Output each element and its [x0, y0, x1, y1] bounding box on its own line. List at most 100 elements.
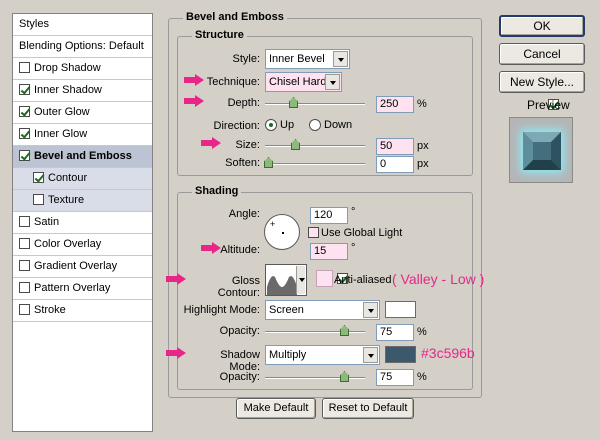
style-item-checkbox[interactable] [19, 304, 30, 315]
gloss-contour-annotation: ( Valley - Low ) [392, 271, 485, 287]
preview-square [523, 132, 561, 170]
direction-down-label: Down [324, 119, 353, 131]
style-item-checkbox[interactable] [19, 84, 30, 95]
direction-label: Direction: [213, 120, 260, 132]
gloss-contour-label: Gloss Contour: [217, 275, 260, 299]
style-item[interactable]: Contour [13, 168, 152, 190]
size-label: Size: [235, 139, 260, 151]
style-item-checkbox[interactable] [19, 282, 30, 293]
highlight-opacity-unit: % [417, 326, 427, 338]
crosshair-icon: + [270, 219, 276, 229]
style-item-checkbox[interactable] [19, 128, 30, 139]
shadow-opacity-track[interactable] [265, 377, 365, 379]
style-item-label: Inner Shadow [34, 84, 102, 96]
style-item-checkbox[interactable] [33, 172, 44, 183]
blending-options-item[interactable]: Blending Options: Default [13, 36, 152, 58]
ok-button[interactable]: OK [499, 15, 585, 37]
altitude-label: Altitude: [220, 244, 260, 256]
angle-dial-center [282, 232, 284, 234]
depth-unit: % [417, 98, 427, 110]
soften-input[interactable]: 0 [376, 156, 414, 173]
preview-label: Preview [527, 98, 570, 112]
style-item-label: Contour [48, 172, 88, 184]
altitude-input[interactable]: 15 [310, 243, 348, 260]
size-slider-track[interactable] [265, 145, 365, 147]
style-item[interactable]: Bevel and Emboss [13, 146, 152, 168]
style-item[interactable]: Outer Glow [13, 102, 152, 124]
shadow-opacity-label: Opacity: [219, 371, 260, 383]
bevel-preview-icon [523, 132, 561, 170]
style-item-checkbox[interactable] [19, 62, 30, 73]
style-item[interactable]: Color Overlay [13, 234, 152, 256]
highlight-mode-select[interactable]: Screen [265, 300, 380, 320]
size-unit: px [417, 140, 429, 152]
highlight-color-swatch[interactable] [385, 301, 416, 318]
style-item-label: Texture [48, 194, 85, 206]
style-item-checkbox[interactable] [19, 106, 30, 117]
depth-label: Depth: [227, 97, 260, 109]
direction-down-radio[interactable] [309, 119, 321, 131]
style-item-checkbox[interactable] [19, 260, 30, 271]
style-item[interactable]: Drop Shadow [13, 58, 152, 80]
angle-input[interactable]: 120 [310, 207, 348, 224]
style-item[interactable]: Inner Glow [13, 124, 152, 146]
angle-unit: ° [351, 206, 356, 218]
shadow-mode-label: Shadow Mode: [220, 349, 260, 373]
highlight-opacity-input[interactable]: 75 [376, 324, 414, 341]
style-item-checkbox[interactable] [33, 194, 44, 205]
style-item-checkbox[interactable] [19, 216, 30, 227]
style-item[interactable]: Gradient Overlay [13, 256, 152, 278]
chevron-down-icon [296, 266, 305, 294]
angle-dial[interactable]: + [264, 214, 300, 250]
chevron-down-icon [333, 51, 348, 67]
style-item-label: Bevel and Emboss [34, 150, 132, 162]
global-light-checkbox[interactable] [308, 227, 319, 238]
shadow-opacity-input[interactable]: 75 [376, 369, 414, 386]
cancel-button[interactable]: Cancel [499, 43, 585, 65]
highlight-opacity-label: Opacity: [219, 325, 260, 337]
make-default-button[interactable]: Make Default [236, 398, 316, 419]
depth-input[interactable]: 250 [376, 96, 414, 113]
soften-unit: px [417, 158, 429, 170]
styles-header[interactable]: Styles [13, 14, 152, 36]
style-item-label: Drop Shadow [34, 62, 101, 74]
anti-aliased-label: Anti-aliased [334, 274, 392, 286]
size-input[interactable]: 50 [376, 138, 414, 155]
technique-select-value: Chisel Hard [269, 76, 327, 88]
style-item-checkbox[interactable] [19, 150, 30, 161]
highlight-mode-label: Highlight Mode: [183, 304, 260, 316]
highlight-mode-value: Screen [269, 304, 304, 316]
soften-slider-track[interactable] [265, 163, 365, 165]
style-select[interactable]: Inner Bevel [265, 49, 350, 69]
depth-slider-track[interactable] [265, 103, 365, 105]
style-select-value: Inner Bevel [269, 53, 325, 65]
highlight-opacity-track[interactable] [265, 331, 365, 333]
style-label: Style: [232, 53, 260, 65]
altitude-unit: ° [351, 242, 356, 254]
style-item[interactable]: Texture [13, 190, 152, 212]
direction-up-radio[interactable] [265, 119, 277, 131]
styles-list: Styles Blending Options: Default Drop Sh… [12, 13, 153, 432]
style-item[interactable]: Satin [13, 212, 152, 234]
chevron-down-icon [363, 347, 378, 363]
technique-select[interactable]: Chisel Hard [265, 72, 342, 92]
style-item-label: Stroke [34, 304, 66, 316]
style-item[interactable]: Pattern Overlay [13, 278, 152, 300]
global-light-label: Use Global Light [321, 227, 403, 239]
pink-arrow-icon [166, 347, 186, 359]
gloss-contour-picker[interactable] [265, 264, 307, 296]
style-item-checkbox[interactable] [19, 238, 30, 249]
style-item-label: Gradient Overlay [34, 260, 118, 272]
reset-default-button[interactable]: Reset to Default [322, 398, 414, 419]
shadow-color-swatch[interactable] [385, 346, 416, 363]
style-preview [509, 117, 573, 183]
shadow-mode-select[interactable]: Multiply [265, 345, 380, 365]
new-style-button[interactable]: New Style... [499, 71, 585, 93]
style-item[interactable]: Stroke [13, 300, 152, 322]
pink-arrow-icon [166, 273, 186, 285]
angle-label: Angle: [228, 208, 260, 220]
soften-label: Soften: [225, 157, 260, 169]
style-item[interactable]: Inner Shadow [13, 80, 152, 102]
contour-preview-icon [267, 276, 297, 295]
technique-label: Technique: [206, 76, 260, 88]
